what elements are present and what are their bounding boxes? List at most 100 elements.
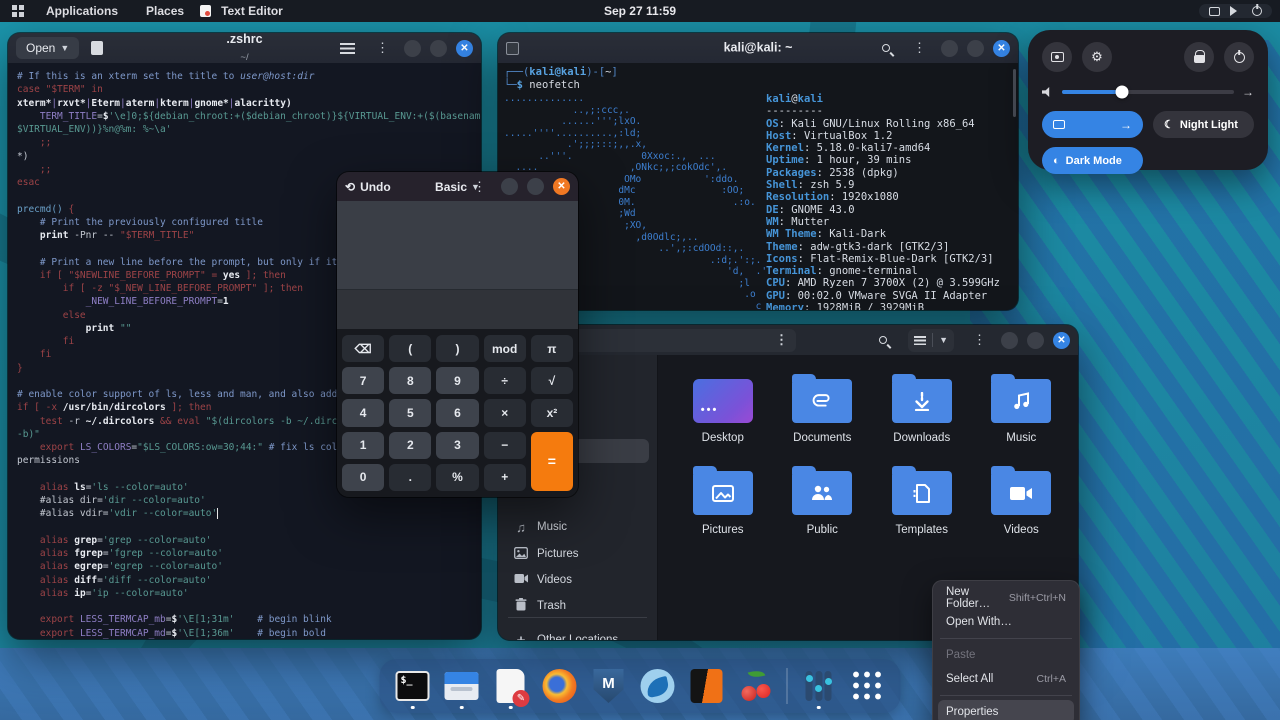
folder-item-downloads[interactable]: Downloads xyxy=(873,371,971,463)
calc-key-three[interactable]: 3 xyxy=(436,431,479,459)
menu-applications[interactable]: Applications xyxy=(34,2,130,20)
calc-key-sqrt[interactable]: √ xyxy=(530,367,573,395)
maximize-button[interactable] xyxy=(1027,331,1044,349)
calc-key-paren-close[interactable]: ) xyxy=(436,335,479,363)
close-button[interactable]: ✕ xyxy=(1053,331,1070,349)
sidebar-item-videos[interactable]: Videos xyxy=(506,568,649,592)
folder-item-videos[interactable]: Videos xyxy=(973,463,1071,555)
dock-icon-wireshark[interactable] xyxy=(638,663,678,709)
dock-icon-metasploit[interactable]: M xyxy=(589,663,629,709)
volume-slider[interactable] xyxy=(1062,85,1234,99)
calc-key-equals[interactable]: = xyxy=(530,431,573,491)
hamburger-menu-icon[interactable] xyxy=(340,42,355,54)
clock[interactable]: Sep 27 11:59 xyxy=(594,2,686,20)
activities-grid-icon[interactable] xyxy=(12,5,24,17)
calc-key-eight[interactable]: 8 xyxy=(389,367,432,395)
calc-key-backspace[interactable]: ⌫ xyxy=(342,335,385,363)
maximize-button[interactable] xyxy=(967,39,984,57)
calc-key-point[interactable]: . xyxy=(389,463,432,491)
text-editor-titlebar[interactable]: Open ▼ .zshrc ~/ ⋮ ✕ xyxy=(8,33,481,63)
maximize-button[interactable] xyxy=(430,39,447,57)
path-options-icon[interactable]: ⋮ xyxy=(775,332,788,348)
minimize-button[interactable] xyxy=(941,39,958,57)
folder-item-desktop[interactable]: ••• Desktop xyxy=(674,371,772,463)
dock-icon-cherrytree[interactable] xyxy=(736,663,776,709)
folder-label: Desktop xyxy=(701,432,744,444)
system-tray[interactable] xyxy=(1199,4,1272,18)
calc-key-six[interactable]: 6 xyxy=(436,399,479,427)
dock-icon-terminal[interactable]: $_ xyxy=(393,663,433,709)
settings-button[interactable]: ⚙ xyxy=(1082,42,1112,72)
calc-key-divide[interactable]: ÷ xyxy=(483,367,526,395)
calculator-display[interactable] xyxy=(337,201,578,289)
new-tab-icon[interactable] xyxy=(506,41,519,55)
menu-item-new-folder[interactable]: New Folder… Shift+Ctrl+N xyxy=(938,586,1074,610)
sidebar-item-music[interactable]: ♫ Music xyxy=(506,515,649,539)
calculator-titlebar[interactable]: ⟲ Undo Basic ▼ ⋮ ✕ xyxy=(337,172,578,201)
calc-key-two[interactable]: 2 xyxy=(389,431,432,459)
sidebar-item-trash[interactable]: Trash xyxy=(506,594,649,618)
view-toggle-button[interactable]: ▼ xyxy=(908,328,954,352)
dock-icon-burpsuite[interactable] xyxy=(687,663,727,709)
screenshot-button[interactable] xyxy=(1042,42,1072,72)
calc-key-add[interactable]: + xyxy=(483,463,526,491)
open-button[interactable]: Open ▼ xyxy=(16,37,80,59)
dock-icon-texteditor[interactable] xyxy=(491,663,531,709)
dock-icon-appgrid[interactable] xyxy=(848,663,888,709)
kebab-menu-icon[interactable]: ⋮ xyxy=(370,40,395,56)
close-button[interactable]: ✕ xyxy=(456,39,473,57)
sidebar-item-pictures[interactable]: Pictures xyxy=(506,542,649,566)
mode-selector[interactable]: Basic ▼ xyxy=(435,180,480,194)
display-toggle[interactable]: → xyxy=(1042,111,1143,138)
calc-key-five[interactable]: 5 xyxy=(389,399,432,427)
calc-key-nine[interactable]: 9 xyxy=(436,367,479,395)
terminal-titlebar[interactable]: kali@kali: ~ ⋮ ✕ xyxy=(498,33,1018,63)
minimize-button[interactable] xyxy=(501,178,518,195)
kebab-menu-icon[interactable]: ⋮ xyxy=(967,332,992,348)
dark-mode-toggle[interactable]: ◐ Dark Mode xyxy=(1042,147,1143,174)
minimize-button[interactable] xyxy=(404,39,421,57)
folder-icon-music xyxy=(991,374,1052,423)
night-light-toggle[interactable]: ☾ Night Light xyxy=(1153,111,1254,138)
folder-item-templates[interactable]: Templates xyxy=(873,463,971,555)
calc-key-pi[interactable]: π xyxy=(530,335,573,363)
menu-item-select-all[interactable]: Select All Ctrl+A xyxy=(938,667,1074,691)
new-document-icon[interactable] xyxy=(91,41,104,55)
maximize-button[interactable] xyxy=(527,178,544,195)
folder-item-music[interactable]: Music xyxy=(973,371,1071,463)
calc-key-percent[interactable]: % xyxy=(436,463,479,491)
kebab-menu-icon[interactable]: ⋮ xyxy=(907,40,932,56)
calc-key-zero[interactable]: 0 xyxy=(342,463,385,491)
menu-text-editor[interactable]: Text Editor xyxy=(221,2,295,20)
folder-item-public[interactable]: Public xyxy=(774,463,872,555)
search-icon[interactable] xyxy=(882,44,890,52)
calc-key-multiply[interactable]: × xyxy=(483,399,526,427)
volume-thumb[interactable] xyxy=(1115,85,1129,99)
undo-button[interactable]: ⟲ Undo xyxy=(345,180,391,194)
dock-icon-tweaks[interactable] xyxy=(799,663,839,709)
calc-key-subtract[interactable]: − xyxy=(483,431,526,459)
volume-expand-icon[interactable]: → xyxy=(1242,85,1254,99)
calc-key-square[interactable]: x² xyxy=(530,399,573,427)
dock-icon-files[interactable] xyxy=(442,663,482,709)
menu-item-properties[interactable]: Properties xyxy=(938,700,1074,720)
sidebar-item-other-locations[interactable]: + Other Locations xyxy=(506,628,649,641)
folder-item-pictures[interactable]: Pictures xyxy=(674,463,772,555)
menu-places[interactable]: Places xyxy=(134,2,196,20)
calc-key-mod[interactable]: mod xyxy=(483,335,526,363)
minimize-button[interactable] xyxy=(1001,331,1018,349)
calc-key-paren-open[interactable]: ( xyxy=(389,335,432,363)
close-button[interactable]: ✕ xyxy=(553,178,570,195)
files-titlebar[interactable]: Home ⋮ ▼ ⋮ ✕ xyxy=(498,325,1078,355)
search-icon[interactable] xyxy=(879,336,888,344)
lock-button[interactable] xyxy=(1184,42,1214,72)
calc-key-four[interactable]: 4 xyxy=(342,399,385,427)
close-button[interactable]: ✕ xyxy=(993,39,1010,57)
calc-key-one[interactable]: 1 xyxy=(342,431,385,459)
folder-item-documents[interactable]: Documents xyxy=(774,371,872,463)
calc-key-seven[interactable]: 7 xyxy=(342,367,385,395)
dock-icon-firefox[interactable] xyxy=(540,663,580,709)
terminal-scrollbar[interactable] xyxy=(1013,69,1016,117)
power-button[interactable] xyxy=(1224,42,1254,72)
menu-item-open-with[interactable]: Open With… xyxy=(938,610,1074,634)
